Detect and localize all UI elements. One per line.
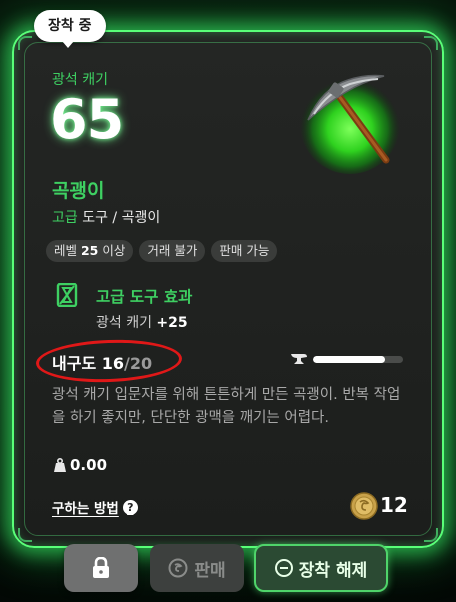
effect-title: 고급 도구 효과 (96, 288, 193, 306)
weight-icon (54, 458, 66, 472)
item-name: 곡괭이 (52, 180, 105, 202)
coin-swirl-icon (168, 558, 188, 578)
stat-value: 65 (50, 88, 124, 151)
item-category: 도구 / 곡괭이 (77, 210, 161, 226)
question-icon[interactable]: ? (122, 499, 138, 515)
unequip-button[interactable]: 장착 해제 (254, 544, 388, 592)
hourglass-icon (56, 283, 78, 307)
coin-icon (350, 492, 378, 520)
item-type: 고급 도구 / 곡괭이 (52, 207, 160, 227)
lock-icon (93, 557, 109, 578)
anvil-icon (291, 354, 307, 364)
pickaxe-icon (300, 74, 400, 174)
weight-readout: 0.00 (54, 456, 107, 474)
chip-sellable: 판매 가능 (211, 240, 278, 262)
durability-bar-fill (313, 356, 385, 363)
price-value: 12 (380, 493, 408, 517)
chip-level-requirement: 레벨 25 이상 (46, 240, 134, 262)
item-chips: 레벨 25 이상 거래 불가 판매 가능 (46, 240, 278, 262)
chip-untradable: 거래 불가 (139, 240, 206, 262)
equipped-tag: 장착 중 (34, 10, 106, 48)
item-grade: 고급 (52, 210, 78, 226)
weight-value: 0.00 (70, 456, 108, 474)
item-description: 광석 캐기 입문자를 위해 튼튼하게 만든 곡괭이. 반복 작업을 하기 좋지만… (52, 387, 401, 426)
frame-corner (424, 36, 438, 50)
lock-button[interactable] (64, 544, 138, 592)
stat-label: 광석 캐기 (52, 72, 108, 88)
sell-button[interactable]: 판매 (150, 544, 244, 592)
how-to-obtain-link[interactable]: 구하는 방법? (52, 497, 138, 517)
frame-corner (424, 528, 438, 542)
frame-corner (18, 528, 32, 542)
effect-description: 광석 캐기 +25 (96, 315, 188, 331)
minus-circle-icon (274, 559, 293, 577)
durability-bar (313, 356, 403, 363)
frame-corner (18, 36, 32, 50)
